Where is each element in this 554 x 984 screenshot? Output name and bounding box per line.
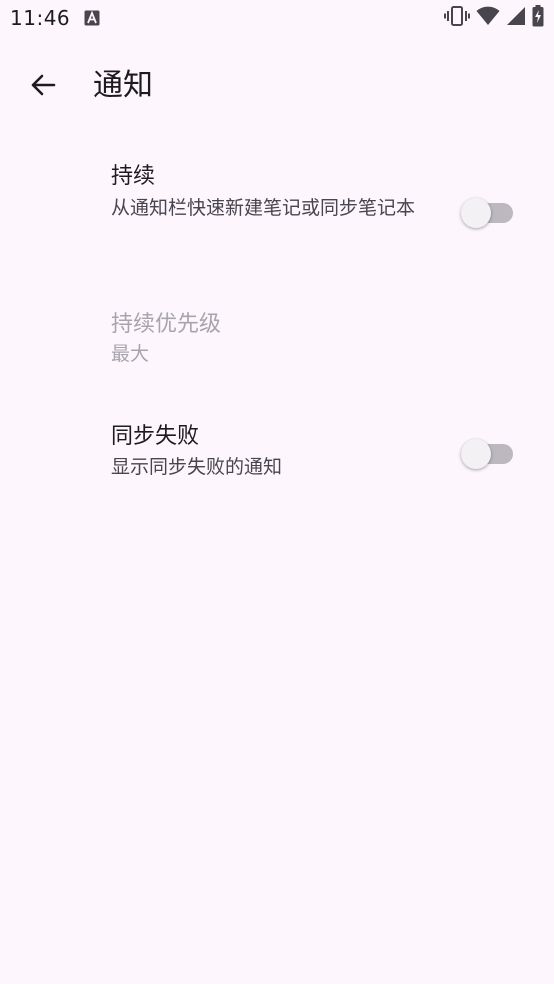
back-button[interactable] — [20, 64, 66, 110]
persistent-switch[interactable] — [460, 194, 514, 228]
sync-failure-switch[interactable] — [460, 435, 514, 469]
switch-thumb — [461, 198, 491, 228]
pref-title: 持续优先级 — [111, 312, 222, 337]
status-icons — [444, 5, 544, 31]
page-title: 通知 — [93, 68, 153, 103]
wifi-icon — [476, 6, 500, 30]
pref-priority-text: 持续优先级 最大 — [111, 310, 431, 368]
pref-summary: 从通知栏快速新建笔记或同步笔记本 — [111, 197, 416, 219]
a-icon — [84, 10, 100, 26]
battery-charging-icon — [532, 5, 544, 31]
app-bar: 通知 — [0, 54, 554, 120]
pref-persistent-priority[interactable]: 持续优先级 最大 — [0, 308, 554, 380]
status-time: 11:46 — [10, 6, 71, 30]
pref-summary: 显示同步失败的通知 — [111, 456, 283, 478]
pref-persistent-text: 持续 从通知栏快速新建笔记或同步笔记本 — [111, 162, 431, 227]
pref-sync-failure-text: 同步失败 显示同步失败的通知 — [111, 422, 431, 482]
pref-title: 同步失败 — [111, 424, 200, 449]
pref-sync-failure[interactable]: 同步失败 显示同步失败的通知 — [0, 418, 554, 498]
status-bar: 11:46 — [0, 0, 554, 38]
vibrate-icon — [444, 5, 470, 31]
cell-signal-icon — [506, 6, 526, 30]
arrow-back-icon — [29, 71, 57, 103]
pref-persistent[interactable]: 持续 从通知栏快速新建笔记或同步笔记本 — [0, 158, 554, 268]
pref-summary: 最大 — [111, 343, 150, 365]
pref-title: 持续 — [111, 164, 156, 189]
switch-thumb — [461, 439, 491, 469]
